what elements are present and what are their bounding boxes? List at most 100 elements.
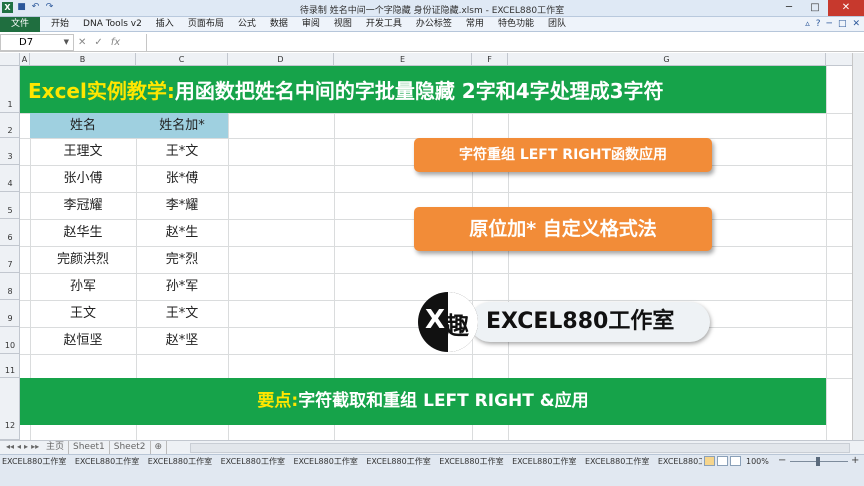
view-buttons bbox=[704, 456, 741, 466]
tab-team[interactable]: 团队 bbox=[541, 17, 573, 32]
table-cell-name[interactable]: 赵恒坚 bbox=[30, 327, 136, 354]
table-cell-masked[interactable]: 赵*生 bbox=[136, 219, 228, 246]
new-sheet-icon[interactable]: ⊕ bbox=[151, 441, 168, 454]
title-bar: X ■ ↶ ↷ 待录制 姓名中间一个字隐藏 身份证隐藏.xlsm - EXCEL… bbox=[0, 0, 864, 17]
row-header-11[interactable]: 11 bbox=[0, 354, 20, 378]
page-layout-view-icon[interactable] bbox=[717, 456, 728, 466]
select-all-corner[interactable] bbox=[0, 53, 20, 66]
row-header-8[interactable]: 8 bbox=[0, 273, 20, 300]
row-header-12[interactable]: 12 bbox=[0, 378, 20, 440]
table-cell-masked[interactable]: 王*文 bbox=[136, 300, 228, 327]
column-header-c[interactable]: C bbox=[136, 53, 228, 66]
row-header-2[interactable]: 2 bbox=[0, 113, 20, 138]
maximize-button[interactable]: □ bbox=[802, 0, 828, 16]
row-header-1[interactable]: 1 bbox=[0, 66, 20, 113]
tab-common[interactable]: 常用 bbox=[459, 17, 491, 32]
window-controls: ─ □ ✕ bbox=[776, 0, 864, 16]
gridline bbox=[826, 66, 827, 440]
first-sheet-icon[interactable]: ◂◂ bbox=[6, 442, 14, 451]
minimize-button[interactable]: ─ bbox=[776, 0, 802, 16]
workbook-close-icon[interactable]: ✕ bbox=[852, 19, 860, 29]
tab-home[interactable]: 开始 bbox=[44, 17, 76, 32]
chevron-down-icon[interactable]: ▼ bbox=[64, 35, 69, 50]
table-cell-masked[interactable]: 赵*坚 bbox=[136, 327, 228, 354]
banner-title: 用函数把姓名中间的字批量隐藏 2字和4字处理成3字符 bbox=[174, 79, 664, 103]
excel-window: X ■ ↶ ↷ 待录制 姓名中间一个字隐藏 身份证隐藏.xlsm - EXCEL… bbox=[0, 0, 864, 486]
custom-format-button[interactable]: 原位加* 自定义格式法 bbox=[414, 207, 712, 251]
workbook-restore-icon[interactable]: □ bbox=[838, 19, 847, 29]
table-cell-name[interactable]: 完颜洪烈 bbox=[30, 246, 136, 273]
table-cell-name[interactable]: 赵华生 bbox=[30, 219, 136, 246]
logo-text: EXCEL880工作室 bbox=[470, 302, 710, 342]
logo-glyph: 趣 bbox=[445, 312, 469, 340]
tab-features[interactable]: 特色功能 bbox=[491, 17, 541, 32]
workbook-minimize-icon[interactable]: ─ bbox=[827, 19, 832, 29]
cancel-icon[interactable]: ✕ bbox=[78, 37, 86, 48]
row-header-5[interactable]: 5 bbox=[0, 192, 20, 219]
column-header-g[interactable]: G bbox=[508, 53, 826, 66]
sheet-tab-sheet1[interactable]: Sheet1 bbox=[69, 441, 110, 454]
prev-sheet-icon[interactable]: ◂ bbox=[17, 442, 21, 451]
table-cell-masked[interactable]: 张*傅 bbox=[136, 165, 228, 192]
row-header-10[interactable]: 10 bbox=[0, 327, 20, 354]
table-cell-name[interactable]: 王理文 bbox=[30, 138, 136, 165]
zoom-level[interactable]: 100% bbox=[746, 455, 769, 468]
next-sheet-icon[interactable]: ▸ bbox=[24, 442, 28, 451]
row-header-7[interactable]: 7 bbox=[0, 246, 20, 273]
formula-input[interactable] bbox=[146, 34, 862, 51]
enter-icon[interactable]: ✓ bbox=[94, 37, 102, 48]
tab-office-tab[interactable]: 办公标签 bbox=[409, 17, 459, 32]
table-cell-name[interactable]: 王文 bbox=[30, 300, 136, 327]
row-header-4[interactable]: 4 bbox=[0, 165, 20, 192]
tab-insert[interactable]: 插入 bbox=[149, 17, 181, 32]
row-header-9[interactable]: 9 bbox=[0, 300, 20, 327]
page-break-view-icon[interactable] bbox=[730, 456, 741, 466]
normal-view-icon[interactable] bbox=[704, 456, 715, 466]
left-right-function-button[interactable]: 字符重组 LEFT RIGHT函数应用 bbox=[414, 138, 712, 172]
sheet-tab-home[interactable]: 主页 bbox=[42, 441, 70, 454]
zoom-out-button[interactable]: − bbox=[778, 455, 786, 467]
tab-dna-tools[interactable]: DNA Tools v2 bbox=[76, 17, 149, 32]
column-header-a[interactable]: A bbox=[20, 53, 30, 66]
table-cell-masked[interactable]: 王*文 bbox=[136, 138, 228, 165]
zoom-slider-thumb[interactable] bbox=[816, 457, 820, 466]
key-points-banner: 要点:字符截取和重组 LEFT RIGHT &应用 bbox=[20, 378, 826, 425]
formula-bar: D7 ▼ ✕ ✓ fx bbox=[0, 33, 864, 52]
tab-data[interactable]: 数据 bbox=[263, 17, 295, 32]
table-cell-masked[interactable]: 李*耀 bbox=[136, 192, 228, 219]
table-cell-name[interactable]: 李冠耀 bbox=[30, 192, 136, 219]
tab-view[interactable]: 视图 bbox=[327, 17, 359, 32]
watermark-text: EXCEL880工作室 bbox=[220, 457, 285, 466]
help-icon[interactable]: ? bbox=[816, 19, 821, 29]
watermark-text: EXCEL880工作室 bbox=[147, 457, 213, 466]
column-header-f[interactable]: F bbox=[472, 53, 508, 66]
collapse-ribbon-icon[interactable]: ▵ bbox=[805, 19, 810, 29]
table-cell-name[interactable]: 孙军 bbox=[30, 273, 136, 300]
tab-file[interactable]: 文件 bbox=[0, 17, 41, 32]
horizontal-scrollbar[interactable] bbox=[190, 443, 850, 453]
row-header-3[interactable]: 3 bbox=[0, 138, 20, 165]
worksheet-grid[interactable]: Excel实例教学: 用函数把姓名中间的字批量隐藏 2字和4字处理成3字符 姓名… bbox=[20, 66, 852, 440]
insert-function-icon[interactable]: fx bbox=[111, 37, 120, 48]
table-cell-name[interactable]: 张小傅 bbox=[30, 165, 136, 192]
table-header-masked: 姓名加* bbox=[136, 113, 228, 138]
watermark-text: EXCEL880工作室 bbox=[74, 457, 140, 466]
row-header-6[interactable]: 6 bbox=[0, 219, 20, 246]
name-box[interactable]: D7 ▼ bbox=[0, 34, 74, 51]
table-cell-masked[interactable]: 孙*军 bbox=[136, 273, 228, 300]
column-header-d[interactable]: D bbox=[228, 53, 334, 66]
watermark-text: EXCEL880工作室 bbox=[585, 457, 650, 466]
tab-developer[interactable]: 开发工具 bbox=[359, 17, 409, 32]
vertical-scrollbar[interactable] bbox=[852, 53, 864, 440]
sheet-tab-sheet2[interactable]: Sheet2 bbox=[110, 441, 151, 454]
column-header-b[interactable]: B bbox=[30, 53, 136, 66]
column-header-e[interactable]: E bbox=[334, 53, 472, 66]
zoom-in-button[interactable]: + bbox=[851, 455, 859, 467]
tab-formulas[interactable]: 公式 bbox=[231, 17, 263, 32]
tab-review[interactable]: 审阅 bbox=[295, 17, 327, 32]
last-sheet-icon[interactable]: ▸▸ bbox=[31, 442, 39, 451]
tab-page-layout[interactable]: 页面布局 bbox=[181, 17, 231, 32]
table-cell-masked[interactable]: 完*烈 bbox=[136, 246, 228, 273]
column-headers: A B C D E F G bbox=[0, 53, 864, 66]
close-button[interactable]: ✕ bbox=[828, 0, 864, 16]
